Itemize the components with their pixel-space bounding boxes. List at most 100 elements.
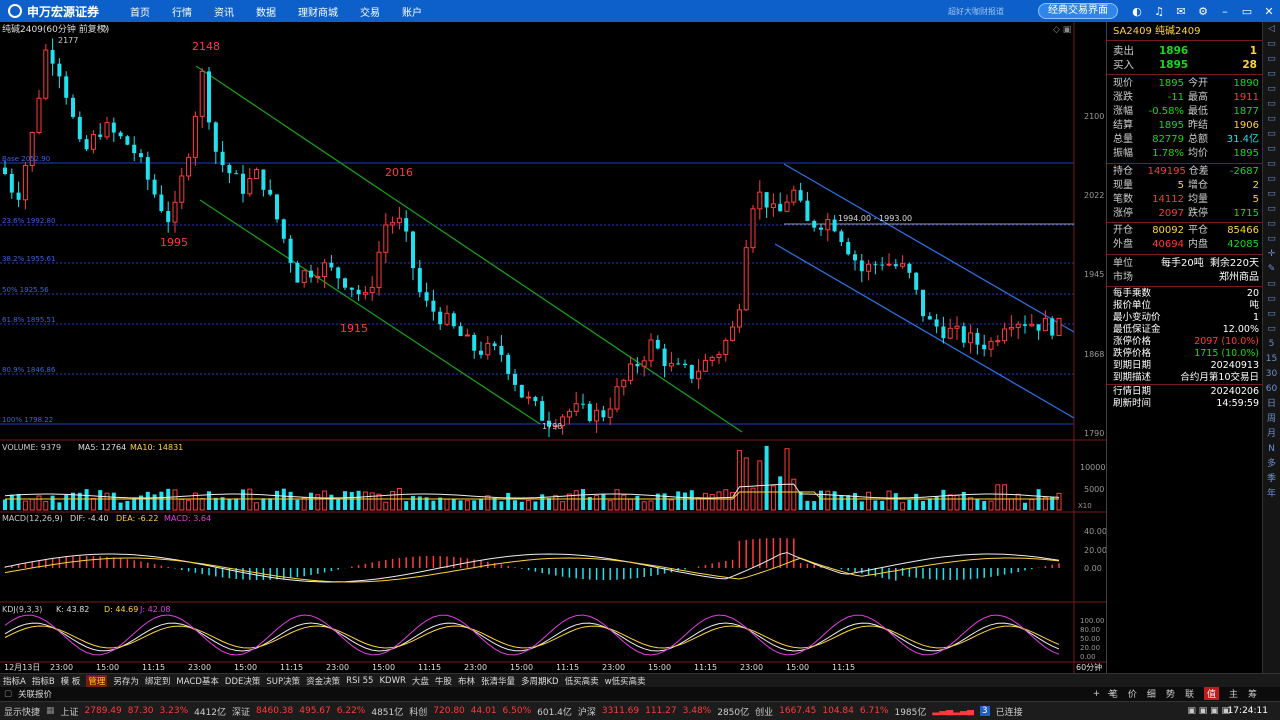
- mail-icon[interactable]: ✉: [1170, 5, 1192, 18]
- settings-icon[interactable]: ⚙: [1192, 5, 1214, 18]
- candle[interactable]: [914, 272, 919, 290]
- indicator-tab[interactable]: w低买高卖: [605, 675, 646, 687]
- chart-title-settings-icon[interactable]: ⚙: [100, 25, 108, 35]
- indicator-tab[interactable]: 管理: [86, 674, 108, 687]
- candle[interactable]: [668, 362, 674, 367]
- candle[interactable]: [227, 165, 232, 174]
- candle[interactable]: [676, 363, 681, 365]
- period-label[interactable]: 60分钟: [1076, 662, 1102, 672]
- candle[interactable]: [118, 132, 123, 137]
- connection-icon[interactable]: 3: [979, 706, 990, 716]
- candle[interactable]: [961, 326, 966, 343]
- candle[interactable]: [846, 242, 851, 255]
- candle[interactable]: [954, 325, 960, 329]
- candle[interactable]: [581, 403, 585, 405]
- candle[interactable]: [662, 348, 667, 367]
- quote-tab[interactable]: 价: [1128, 687, 1137, 700]
- toolbar-icon[interactable]: ▭: [1263, 127, 1280, 142]
- candle[interactable]: [64, 76, 69, 98]
- candle[interactable]: [479, 350, 483, 355]
- candle[interactable]: [819, 227, 823, 230]
- toolbar-icon[interactable]: ▭: [1263, 202, 1280, 217]
- candle[interactable]: [84, 139, 89, 150]
- quote-tab[interactable]: 值: [1203, 687, 1219, 700]
- quick-display-button[interactable]: 显示快捷: [4, 705, 40, 718]
- quote-tab[interactable]: 笔: [1109, 687, 1118, 700]
- candle[interactable]: [179, 175, 185, 203]
- candle[interactable]: [139, 153, 143, 158]
- indicator-tab[interactable]: RSI 55: [346, 676, 373, 686]
- candle[interactable]: [770, 203, 776, 209]
- candle[interactable]: [988, 340, 994, 350]
- candle[interactable]: [213, 122, 218, 152]
- candle[interactable]: [98, 134, 103, 137]
- candle[interactable]: [743, 247, 749, 311]
- close-icon[interactable]: ✕: [1258, 5, 1280, 18]
- candle[interactable]: [43, 49, 49, 99]
- candle[interactable]: [71, 97, 75, 117]
- quote-tab[interactable]: 筹: [1248, 687, 1257, 700]
- maximize-icon[interactable]: ▭: [1236, 5, 1258, 18]
- candle[interactable]: [301, 270, 307, 284]
- candle[interactable]: [540, 401, 545, 421]
- candle[interactable]: [241, 173, 245, 194]
- candle[interactable]: [1015, 323, 1021, 328]
- candle[interactable]: [444, 312, 450, 325]
- toolbar-icon[interactable]: ▭: [1263, 97, 1280, 112]
- candle[interactable]: [696, 370, 702, 380]
- toolbar-icon[interactable]: 15: [1263, 352, 1280, 367]
- candle[interactable]: [621, 379, 627, 388]
- candle[interactable]: [472, 334, 477, 351]
- toolbar-icon[interactable]: 多: [1263, 457, 1280, 472]
- candle[interactable]: [778, 203, 783, 212]
- candle[interactable]: [635, 363, 640, 367]
- candle[interactable]: [907, 263, 912, 273]
- candle[interactable]: [431, 300, 436, 312]
- candle[interactable]: [417, 268, 422, 293]
- chart-option-icon[interactable]: ◇ ▣: [1053, 25, 1071, 35]
- quote-tab[interactable]: 主: [1229, 687, 1238, 700]
- toolbar-icon[interactable]: ▭: [1263, 307, 1280, 322]
- candle[interactable]: [859, 260, 864, 272]
- candle[interactable]: [104, 122, 110, 138]
- tab-related-quotes[interactable]: 关联报价: [18, 688, 52, 700]
- candle[interactable]: [438, 311, 443, 325]
- toolbar-icon[interactable]: 季: [1263, 472, 1280, 487]
- candle[interactable]: [866, 263, 872, 272]
- toolbar-icon[interactable]: ▭: [1263, 112, 1280, 127]
- candle[interactable]: [730, 326, 736, 341]
- candle[interactable]: [369, 286, 375, 294]
- candle[interactable]: [975, 332, 980, 345]
- candle[interactable]: [750, 208, 756, 249]
- candle[interactable]: [1036, 324, 1041, 331]
- toolbar-icon[interactable]: 日: [1263, 397, 1280, 412]
- candle[interactable]: [343, 278, 347, 288]
- quote-tab[interactable]: 细: [1147, 687, 1156, 700]
- indicator-tab[interactable]: 低买高卖: [565, 675, 599, 687]
- candle[interactable]: [506, 354, 511, 374]
- candle[interactable]: [519, 384, 524, 398]
- candle[interactable]: [812, 220, 817, 228]
- quote-tab[interactable]: 势: [1166, 687, 1175, 700]
- moon-icon[interactable]: ◐: [1126, 5, 1148, 18]
- toolbar-icon[interactable]: 60: [1263, 382, 1280, 397]
- candle[interactable]: [9, 173, 14, 193]
- candle[interactable]: [995, 340, 1001, 343]
- candle[interactable]: [927, 316, 932, 320]
- candle[interactable]: [900, 263, 906, 267]
- plus-icon[interactable]: +: [1093, 689, 1100, 699]
- candle[interactable]: [424, 292, 429, 301]
- candle[interactable]: [309, 270, 313, 278]
- candle[interactable]: [968, 332, 974, 344]
- candle[interactable]: [594, 409, 600, 422]
- toolbar-icon[interactable]: ▭: [1263, 187, 1280, 202]
- candle[interactable]: [533, 397, 538, 402]
- candle[interactable]: [295, 262, 300, 283]
- candle[interactable]: [288, 238, 293, 263]
- indicator-tab[interactable]: MACD基本: [176, 675, 218, 687]
- nav-data[interactable]: 数据: [256, 4, 276, 19]
- minimize-icon[interactable]: –: [1214, 5, 1236, 18]
- candle[interactable]: [784, 201, 790, 212]
- candle[interactable]: [601, 410, 606, 418]
- toolbar-icon[interactable]: ▭: [1263, 322, 1280, 337]
